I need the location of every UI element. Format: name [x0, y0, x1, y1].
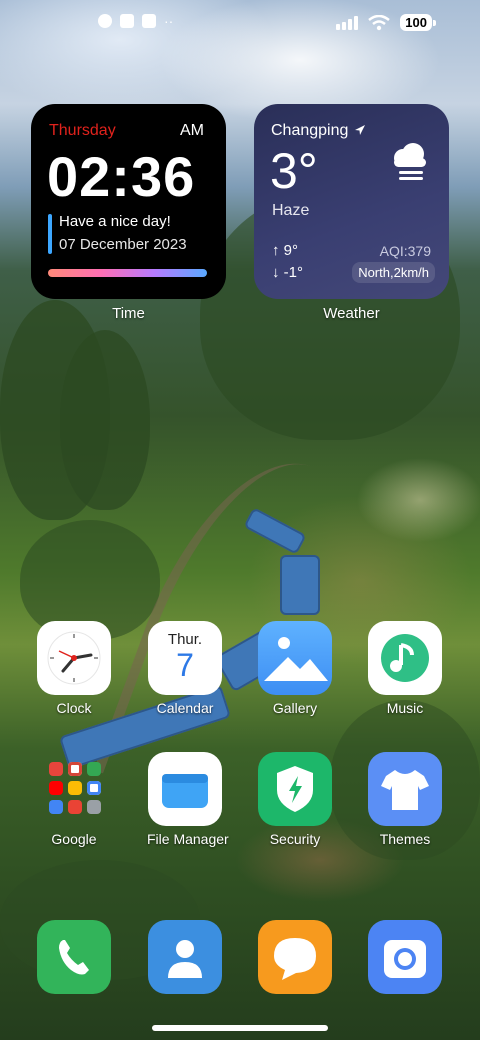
- phone-icon: [37, 920, 111, 994]
- wifi-icon: [368, 14, 391, 30]
- battery-indicator: 100: [400, 14, 436, 31]
- app-label: Themes: [379, 831, 431, 847]
- folder-icon: [148, 752, 222, 826]
- clock-icon: [37, 621, 111, 695]
- wind-info: North,2km/h: [352, 262, 435, 283]
- notification-icon: [98, 14, 112, 28]
- app-label: Calendar: [156, 700, 214, 716]
- ampm-label: AM: [180, 122, 204, 139]
- time-widget[interactable]: Thursday AM 02:36 Have a nice day! 07 De…: [31, 104, 226, 299]
- accent-bar: [48, 214, 52, 254]
- app-label: File Manager: [147, 831, 229, 847]
- low-value: -1°: [283, 264, 304, 281]
- app-label: Music: [386, 700, 424, 716]
- tshirt-icon: [368, 752, 442, 826]
- app-label: Gallery: [272, 700, 318, 716]
- dock-contacts[interactable]: [147, 920, 223, 994]
- app-gallery[interactable]: Gallery: [257, 621, 333, 716]
- notification-icons: ··: [98, 14, 173, 28]
- low-temperature: ↓ -1°: [272, 264, 304, 281]
- notification-icon: [120, 14, 134, 28]
- date-text: 07 December 2023: [59, 236, 187, 253]
- app-file-manager[interactable]: File Manager: [147, 752, 229, 847]
- more-icon: ··: [164, 13, 174, 29]
- app-themes[interactable]: Themes: [367, 752, 443, 847]
- calendar-date: 7: [176, 647, 194, 683]
- app-music[interactable]: Music: [367, 621, 443, 716]
- calendar-icon: Thur. 7: [148, 621, 222, 695]
- app-label: Google: [51, 831, 97, 847]
- app-security[interactable]: Security: [257, 752, 333, 847]
- city-name: Changping: [271, 122, 349, 139]
- dock-camera[interactable]: [367, 920, 443, 994]
- gallery-icon: [258, 621, 332, 695]
- time-widget-label: Time: [112, 305, 145, 322]
- gradient-bar: [48, 269, 207, 277]
- clock-time: 02:36: [47, 145, 196, 208]
- app-calendar[interactable]: Thur. 7 Calendar: [147, 621, 223, 716]
- app-label: Security: [269, 831, 321, 847]
- app-label: Clock: [56, 700, 92, 716]
- camera-icon: [368, 920, 442, 994]
- music-icon: [368, 621, 442, 695]
- weather-condition: Haze: [272, 202, 310, 219]
- contacts-icon: [148, 920, 222, 994]
- app-folder-google[interactable]: Google: [36, 752, 112, 847]
- weekday-label: Thursday: [49, 122, 116, 139]
- aqi-value: AQI:379: [379, 243, 431, 259]
- security-shield-icon: [258, 752, 332, 826]
- weather-widget[interactable]: Changping 3° Haze ↑ 9° ↓ -1° AQI:379 Nor…: [254, 104, 449, 299]
- high-value: 9°: [283, 242, 299, 259]
- app-clock[interactable]: Clock: [36, 621, 112, 716]
- calendar-weekday: Thur.: [167, 631, 203, 648]
- location-arrow-icon: [355, 125, 365, 135]
- current-temperature: 3°: [270, 143, 318, 199]
- high-temperature: ↑ 9°: [272, 242, 299, 259]
- home-indicator[interactable]: [152, 1025, 328, 1031]
- cloud-haze-icon: [394, 143, 426, 180]
- messages-icon: [258, 920, 332, 994]
- google-folder-icon: [37, 752, 111, 826]
- status-bar: ·· 100: [0, 12, 480, 34]
- signal-icon: [336, 15, 359, 30]
- dock-phone[interactable]: [36, 920, 112, 994]
- download-icon: [142, 14, 156, 28]
- dock-messages[interactable]: [257, 920, 333, 994]
- weather-widget-label: Weather: [323, 305, 380, 322]
- greeting-text: Have a nice day!: [59, 213, 171, 230]
